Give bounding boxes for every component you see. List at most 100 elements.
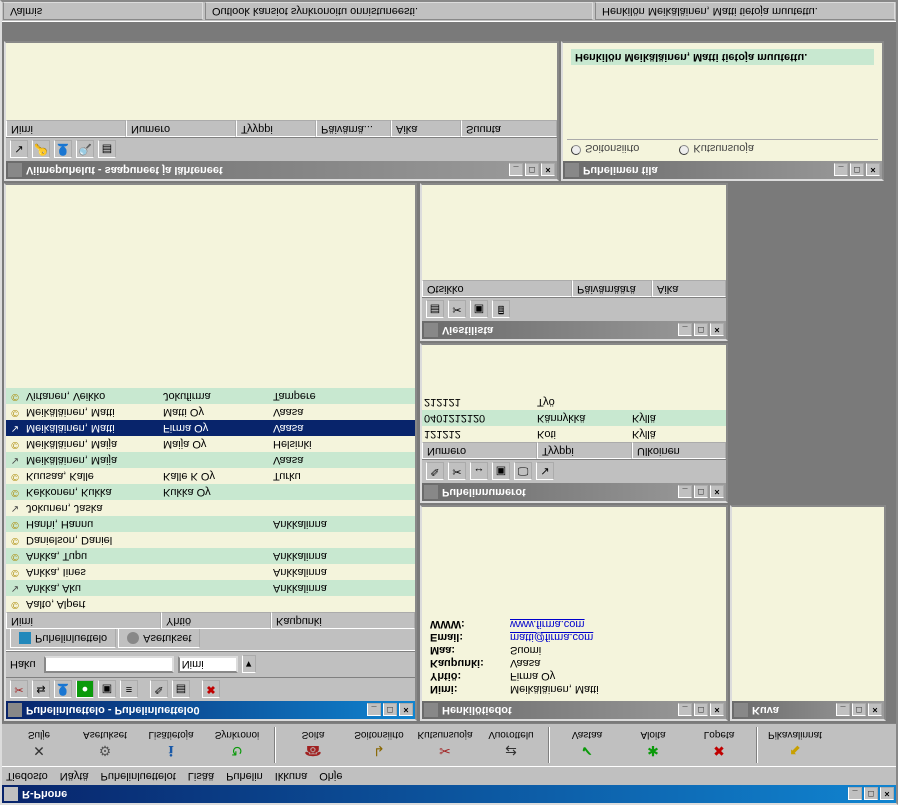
toolbar-button-kutsunsuoja[interactable]: ✂Kutsunsuoja [414, 725, 476, 765]
picture-titlebar[interactable]: Kuva _ □ × [732, 701, 884, 719]
menu-item[interactable]: Tiedosto [6, 770, 48, 782]
toolbar-button-vuorottelu[interactable]: ⇄Vuorottelu [480, 725, 542, 765]
tool-icon[interactable]: ✎ [426, 463, 444, 481]
col-header[interactable]: Päivämäärä [572, 280, 652, 297]
tool-icon[interactable]: ↔ [470, 463, 488, 481]
tool-icon[interactable]: 🖩 [492, 301, 510, 319]
tool-icon[interactable]: ▤ [98, 141, 116, 159]
pb-tool-icon[interactable]: 👤 [54, 681, 72, 699]
toolbar-button-synkronoi[interactable]: ↻Synkronoi [206, 725, 268, 765]
number-row[interactable]: 0401212120KännykkäKyllä [422, 410, 726, 426]
tool-icon[interactable]: 🖵 [514, 463, 532, 481]
tool-icon[interactable]: ↘ [10, 141, 28, 159]
col-header[interactable]: Suunta [461, 120, 557, 137]
menu-item[interactable]: Ohje [319, 770, 342, 782]
toolbar-button-aloita[interactable]: ✱Aloita [622, 725, 684, 765]
col-header[interactable]: Yhtiö [161, 612, 271, 629]
menu-item[interactable]: Ikkuna [275, 770, 307, 782]
col-header[interactable]: Aika [652, 280, 726, 297]
option-call-block[interactable]: Kutsunsuoja [679, 142, 754, 155]
menu-item[interactable]: Puhelin [226, 770, 263, 782]
pb-tool-icon[interactable]: ▣ [98, 681, 116, 699]
pb-tool-icon[interactable]: ● [76, 681, 94, 699]
messages-list[interactable] [422, 185, 726, 280]
recent-titlebar[interactable]: Viimepuhelut - saapuneet ja lähteneet _ … [6, 161, 557, 179]
col-header[interactable]: Kaupunki [271, 612, 415, 629]
phonebook-row[interactable]: ©Meikäläinen, MaijaMaija OyHelsinki [6, 436, 415, 452]
col-header[interactable]: Tyyppi [537, 442, 632, 459]
col-header[interactable]: Nimi [6, 612, 161, 629]
col-header[interactable]: Ulkoinen [632, 442, 726, 459]
phonebook-row[interactable]: ©Virtanen, VeikkoJokufirmaTampere [6, 388, 415, 404]
detail-value[interactable]: www.firma.com [510, 618, 585, 630]
recent-list[interactable] [6, 43, 557, 120]
tab-phonebook[interactable]: Puhelinluettelo [10, 629, 116, 648]
min-button[interactable]: _ [834, 164, 848, 177]
pb-tool-icon[interactable]: ✎ [150, 681, 168, 699]
phonebook-row[interactable]: ©Ankka, TupuAnkkalinna [6, 548, 415, 564]
phonebook-row[interactable]: ©Ankka, IinesAnkkalinna [6, 564, 415, 580]
phonebook-row[interactable]: ©Hanhi, HannuAnkkalinna [6, 516, 415, 532]
phonebook-row[interactable]: ©Meikäläinen, MattiMatti OyVaasa [6, 404, 415, 420]
pb-tool-icon[interactable]: ≡ [120, 681, 138, 699]
phonebook-row[interactable]: ©Kekkonen, KukkaKukka Oy [6, 484, 415, 500]
phone-state-titlebar[interactable]: Puhelimen tila _ □ × [563, 161, 882, 179]
toolbar-button-vastaa[interactable]: ✔Vastaa [556, 725, 618, 765]
numbers-titlebar[interactable]: Puhelinnumerot _ □ × [422, 483, 726, 501]
close-button[interactable]: × [866, 164, 880, 177]
tool-icon[interactable]: 🔍 [76, 141, 94, 159]
min-button[interactable]: _ [509, 164, 523, 177]
close-button[interactable]: × [868, 704, 882, 717]
col-header[interactable]: Tyyppi [236, 120, 316, 137]
phonebook-row[interactable]: ©Kuusaa, KalleKalle K OyTurku [6, 468, 415, 484]
toolbar-button-lisätietoja[interactable]: ℹLisätietoja [140, 725, 202, 765]
number-row[interactable]: 212121Työ [422, 394, 726, 410]
search-input[interactable] [44, 656, 174, 673]
tool-icon[interactable]: 🔑 [32, 141, 50, 159]
toolbar-button-soita[interactable]: ☎Soita [282, 725, 344, 765]
col-header[interactable]: Numero [422, 442, 537, 459]
tool-icon[interactable]: ✂ [448, 463, 466, 481]
pb-tool-icon[interactable]: ▤ [172, 681, 190, 699]
dropdown-icon[interactable]: ▾ [242, 656, 256, 674]
tab-settings[interactable]: Asetukset [118, 629, 200, 648]
option-call-forward[interactable]: Soitonsiirto [571, 142, 639, 155]
link[interactable]: matti@firma.com [510, 631, 593, 643]
col-header[interactable]: Otsikko [422, 280, 572, 297]
pb-close-button[interactable]: × [399, 704, 413, 717]
toolbar-button-asetukset[interactable]: ⚙Asetukset [74, 725, 136, 765]
col-header[interactable]: Aika [391, 120, 461, 137]
max-button[interactable]: □ [694, 704, 708, 717]
phonebook-row[interactable]: ↘Meikäläinen, MattiFirma OyVaasa [6, 420, 415, 436]
tool-icon[interactable]: ↘ [536, 463, 554, 481]
min-button[interactable]: _ [678, 324, 692, 337]
close-button[interactable]: × [710, 324, 724, 337]
messages-titlebar[interactable]: Viestilista _ □ × [422, 321, 726, 339]
tool-icon[interactable]: ▤ [426, 301, 444, 319]
max-button[interactable]: □ [525, 164, 539, 177]
tool-icon[interactable]: ▣ [470, 301, 488, 319]
max-button[interactable]: □ [694, 324, 708, 337]
menu-item[interactable]: Puhelinluettelot [101, 770, 176, 782]
delete-button[interactable]: ✖ [202, 681, 220, 699]
detail-value[interactable]: matti@firma.com [510, 631, 593, 643]
tool-icon[interactable]: ▣ [492, 463, 510, 481]
phonebook-row[interactable]: ↘Ankka, AkuAnkkalinna [6, 580, 415, 596]
close-button[interactable]: × [710, 704, 724, 717]
maximize-button[interactable]: □ [864, 788, 878, 801]
col-header[interactable]: Nimi [6, 120, 126, 137]
phonebook-list[interactable]: ©Aalto, Alpert↘Ankka, AkuAnkkalinna©Ankk… [6, 185, 415, 612]
max-button[interactable]: □ [694, 486, 708, 499]
menu-item[interactable]: Lisää [188, 770, 214, 782]
phonebook-row[interactable]: ↘Meikäläinen, MaijaVaasa [6, 452, 415, 468]
search-field-selector[interactable] [178, 656, 238, 673]
close-button[interactable]: × [710, 486, 724, 499]
toolbar-button-sulje[interactable]: ✕Sulje [8, 725, 70, 765]
details-titlebar[interactable]: Henkilötiedot _ □ × [422, 701, 726, 719]
col-header[interactable]: Numero [126, 120, 236, 137]
menu-item[interactable]: Näytä [60, 770, 89, 782]
link[interactable]: www.firma.com [510, 618, 585, 630]
tool-icon[interactable]: 👤 [54, 141, 72, 159]
max-button[interactable]: □ [850, 164, 864, 177]
toolbar-button-pikavalinnat[interactable]: ⬉Pikavalinnat [764, 725, 826, 765]
